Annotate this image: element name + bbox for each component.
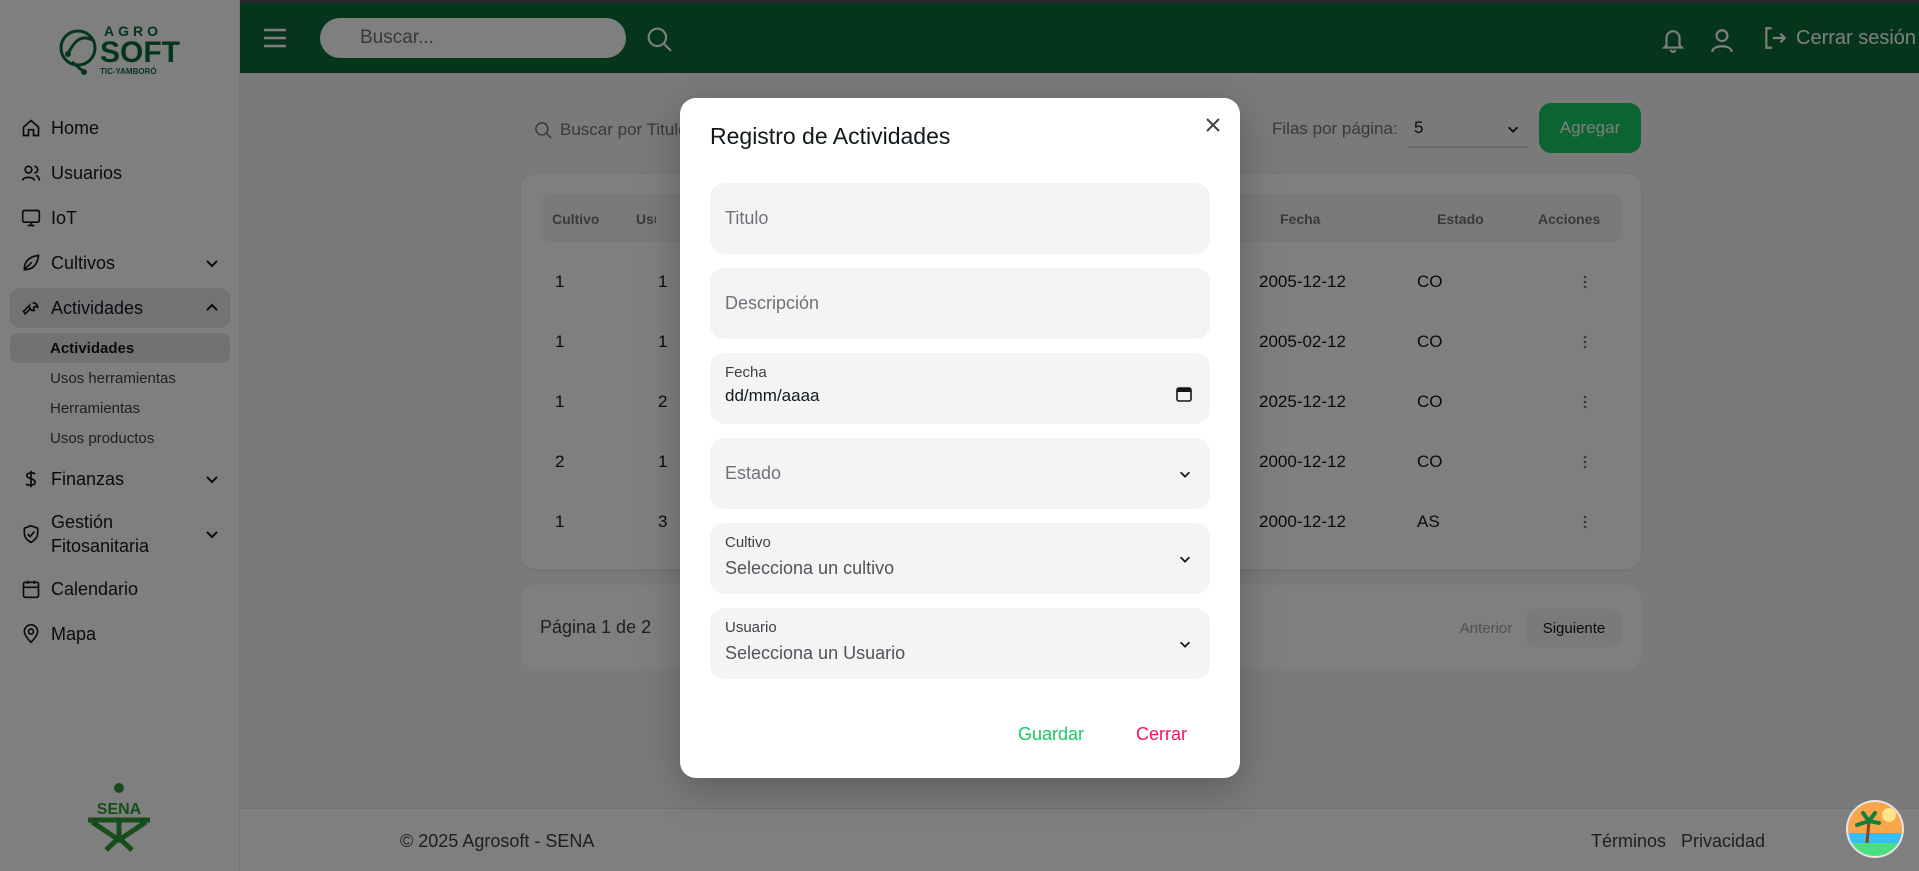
modal-title: Registro de Actividades [710, 123, 951, 149]
usuario-label: Usuario [725, 619, 777, 636]
usuario-value: Selecciona un Usuario [725, 643, 906, 663]
descripcion-placeholder: Descripción [725, 293, 820, 313]
modal-close-button[interactable] [1202, 114, 1224, 136]
titulo-placeholder: Titulo [725, 208, 769, 228]
fecha-label: Fecha [725, 364, 767, 381]
chevron-down-icon [1180, 641, 1190, 648]
cultivo-label: Cultivo [725, 534, 771, 551]
assistant-avatar-icon[interactable] [1845, 799, 1905, 859]
descripcion-field[interactable]: Descripción [710, 268, 1210, 339]
estado-placeholder: Estado [725, 463, 782, 483]
estado-select[interactable]: Estado [710, 438, 1210, 509]
fecha-date-input[interactable]: Fecha dd/mm/aaaa [710, 353, 1210, 424]
cultivo-value: Selecciona un cultivo [725, 558, 895, 578]
chevron-down-icon [1180, 556, 1190, 563]
activity-registration-modal: Registro de Actividades Titulo Descripci… [680, 98, 1240, 778]
save-button[interactable]: Guardar [1018, 724, 1084, 745]
fecha-value: dd/mm/aaaa [725, 386, 820, 405]
usuario-select[interactable]: Usuario Selecciona un Usuario [710, 608, 1210, 679]
calendar-icon[interactable] [1176, 386, 1192, 402]
chevron-down-icon [1180, 471, 1190, 478]
cancel-button[interactable]: Cerrar [1136, 724, 1187, 745]
close-icon [1206, 118, 1220, 132]
cultivo-select[interactable]: Cultivo Selecciona un cultivo [710, 523, 1210, 594]
titulo-field[interactable]: Titulo [710, 183, 1210, 254]
